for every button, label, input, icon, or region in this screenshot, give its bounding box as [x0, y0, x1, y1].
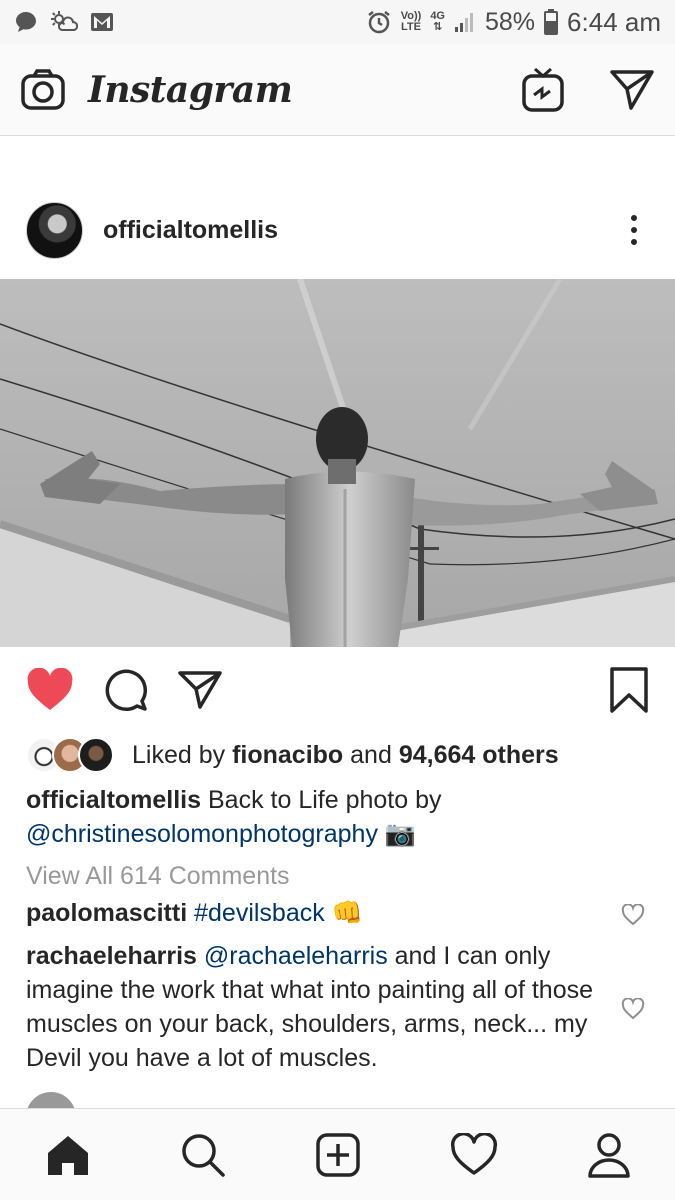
message-icon — [16, 12, 36, 32]
liker-avatar — [78, 737, 114, 773]
camera-icon[interactable] — [20, 68, 66, 111]
instagram-logo: Instagram — [88, 68, 293, 111]
comment-icon[interactable] — [104, 668, 148, 712]
post-actions — [0, 660, 675, 720]
view-all-comments-link[interactable]: View All 614 Comments — [26, 859, 616, 893]
caption-mention[interactable]: @christinesolomonphotography — [26, 820, 378, 848]
post-header: officialtomellis — [0, 195, 675, 265]
weather-icon — [51, 11, 78, 31]
alarm-icon — [367, 11, 390, 34]
comment: rachaeleharris @rachaeleharris and I can… — [26, 939, 616, 1075]
avatar[interactable] — [26, 201, 83, 259]
bookmark-icon[interactable] — [609, 667, 649, 713]
likes-count[interactable]: 94,664 others — [399, 741, 559, 770]
app-header: Instagram — [0, 44, 675, 136]
post-username[interactable]: officialtomellis — [103, 216, 278, 245]
caption-text: Back to Life photo by — [208, 786, 442, 814]
partial-avatar — [26, 1090, 78, 1110]
add-post-icon[interactable] — [315, 1132, 361, 1178]
fist-emoji: 👊 — [331, 899, 363, 927]
comment-hashtag[interactable]: #devilsback — [194, 899, 325, 927]
comment-mention[interactable]: @rachaeleharris — [204, 942, 388, 970]
volte-icon: Vo)) LTE — [401, 11, 422, 33]
igtv-icon[interactable] — [521, 67, 565, 113]
status-bar: Vo)) LTE 4G ⇅ 58% 6:44 am — [0, 0, 675, 44]
likes-user[interactable]: fionacibo — [232, 741, 343, 770]
gmail-icon — [91, 13, 113, 31]
bottom-nav — [0, 1108, 675, 1200]
search-icon[interactable] — [180, 1132, 226, 1178]
clock: 6:44 am — [567, 6, 661, 37]
home-icon[interactable] — [45, 1133, 91, 1177]
comment-username[interactable]: paolomascitti — [26, 899, 187, 927]
caption: officialtomellis Back to Life photo by @… — [26, 783, 616, 851]
caption-username[interactable]: officialtomellis — [26, 786, 201, 814]
comment-like-icon[interactable] — [621, 998, 645, 1020]
signal-icon — [455, 13, 473, 32]
profile-icon[interactable] — [587, 1132, 631, 1178]
comment-username[interactable]: rachaeleharris — [26, 942, 197, 970]
likes-and: and — [350, 740, 392, 769]
post-image[interactable] — [0, 279, 675, 647]
battery-icon — [544, 9, 559, 35]
4g-icon: 4G ⇅ — [430, 11, 445, 33]
more-options-icon[interactable] — [619, 211, 649, 249]
activity-icon[interactable] — [450, 1132, 498, 1177]
camera-emoji: 📷 — [384, 820, 417, 848]
like-heart-icon[interactable] — [26, 668, 74, 712]
battery-percent: 58% — [485, 7, 536, 36]
comment-like-icon[interactable] — [621, 904, 645, 926]
comment: paolomascitti #devilsback 👊 — [26, 896, 616, 930]
data-arrows: ⇅ — [433, 21, 443, 33]
likes-prefix: Liked by — [132, 740, 226, 769]
direct-message-icon[interactable] — [609, 69, 655, 111]
share-icon[interactable] — [178, 670, 222, 710]
likes-summary[interactable]: Liked by fionacibo and 94,664 others — [26, 735, 559, 775]
liker-avatars — [26, 737, 114, 773]
lte-label: LTE — [401, 21, 421, 33]
